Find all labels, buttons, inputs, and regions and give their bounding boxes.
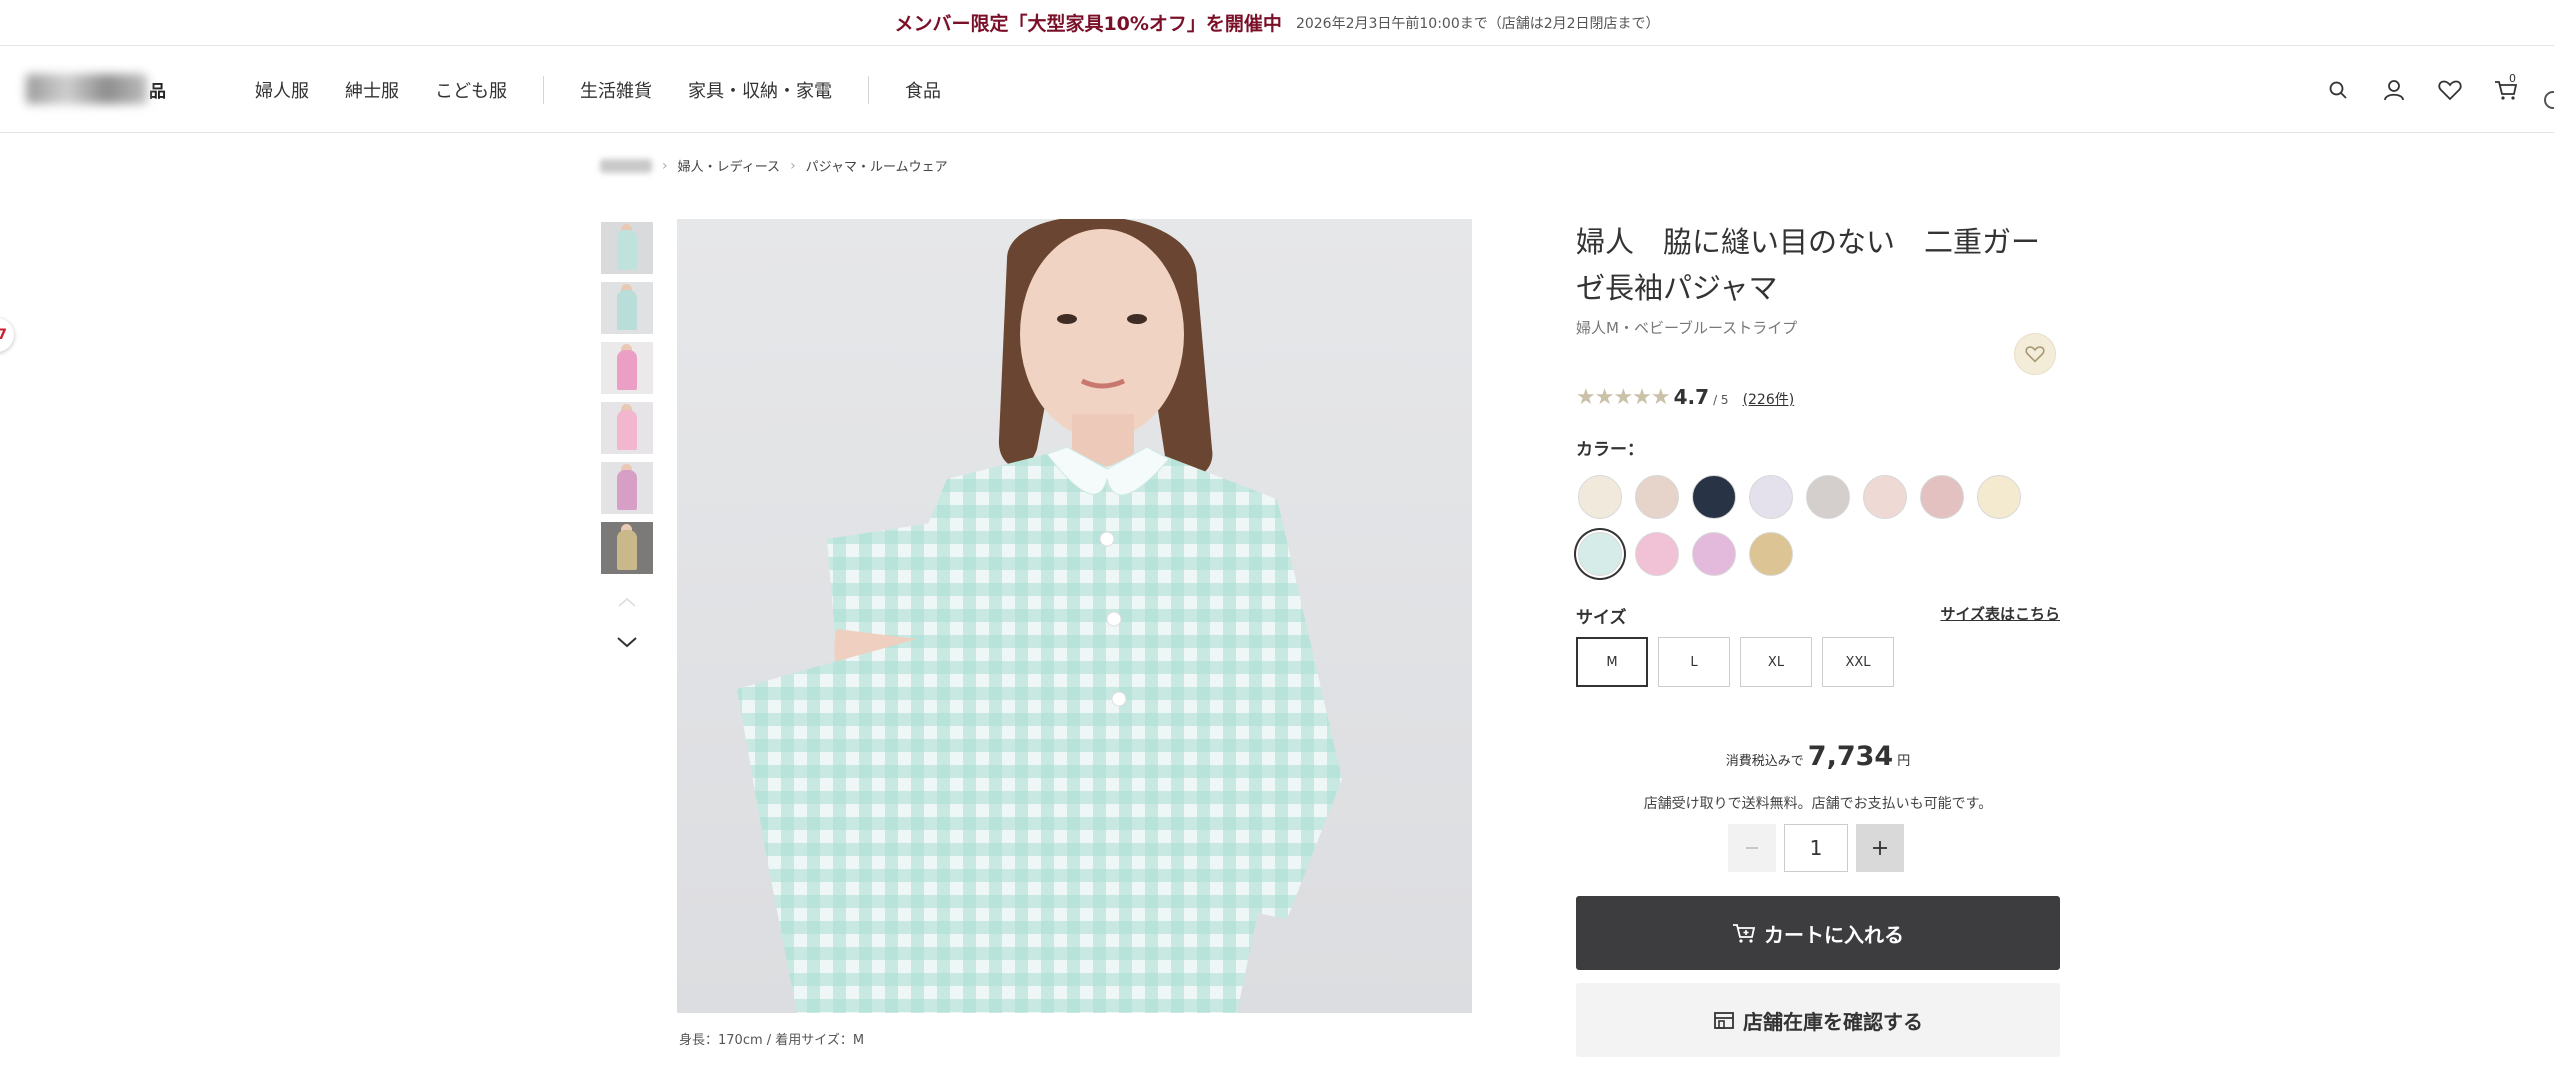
product-info: 婦人 脇に縫い目のない 二重ガーゼ長袖パジャマ 婦人M・ベビーブルーストライプ …: [1576, 219, 2060, 1057]
nav-item-kids[interactable]: こども服: [435, 77, 507, 103]
nav-item-womens[interactable]: 婦人服: [255, 77, 309, 103]
account-icon: [2384, 80, 2404, 101]
thumbnail[interactable]: [601, 222, 653, 274]
logo-blurred-mark: [26, 74, 147, 104]
nav-item-mens[interactable]: 紳士服: [345, 77, 399, 103]
color-swatch-mustard-check[interactable]: [1749, 532, 1793, 576]
check-store-stock-label: 店舗在庫を確認する: [1743, 1009, 1923, 1034]
size-option-xxl[interactable]: XXL: [1822, 637, 1894, 687]
main-nav: 婦人服 紳士服 こども服 生活雑貨 家具・収納・家電 食品: [255, 47, 977, 133]
chevron-right-icon: ›: [790, 157, 796, 174]
color-swatch-baby-blue-stripe[interactable]: [1578, 532, 1622, 576]
price-unit: 円: [1897, 754, 1911, 769]
thumbnail-scroll-up-button[interactable]: [601, 582, 653, 622]
nav-item-food[interactable]: 食品: [905, 77, 941, 103]
breadcrumb-item-pajamas[interactable]: パジャマ・ルームウェア: [806, 156, 948, 175]
rating-stars: ★★★★★: [1576, 385, 1671, 410]
search-button[interactable]: [2310, 62, 2366, 118]
breadcrumb-item-womens[interactable]: 婦人・レディース: [678, 156, 780, 175]
thumbnail[interactable]: [601, 342, 653, 394]
add-to-cart-button[interactable]: カートに入れる: [1576, 896, 2060, 970]
minus-icon: [1746, 847, 1758, 849]
color-label: カラー：: [1576, 440, 1644, 460]
nav-divider: [868, 76, 869, 104]
nav-item-furniture[interactable]: 家具・収納・家電: [688, 77, 832, 103]
color-swatch-dusty-pink[interactable]: [1920, 475, 1964, 519]
header-actions: 0: [2310, 47, 2554, 133]
cart-plus-icon: [1733, 924, 1756, 943]
check-store-stock-button[interactable]: 店舗在庫を確認する: [1576, 983, 2060, 1057]
chevron-up-icon: [618, 597, 636, 607]
color-swatch-beige[interactable]: [1635, 475, 1679, 519]
account-button[interactable]: [2366, 62, 2422, 118]
globe-icon: [2544, 91, 2554, 109]
add-favorite-button[interactable]: [2014, 333, 2056, 375]
chevron-right-icon: ›: [662, 157, 668, 174]
color-swatch-lavender[interactable]: [1749, 475, 1793, 519]
site-header: 品 婦人服 紳士服 こども服 生活雑貨 家具・収納・家電 食品 0: [0, 47, 2554, 133]
heart-icon: [2025, 346, 2045, 363]
review-count-link[interactable]: (226件): [1743, 389, 1795, 409]
color-swatch-yellow-stripe[interactable]: [1977, 475, 2021, 519]
cart-count-badge: 0: [2509, 72, 2516, 85]
color-swatch-navy[interactable]: [1692, 475, 1736, 519]
rating-summary: ★★★★★ 4.7 / 5 (226件): [1576, 385, 1794, 410]
size-option-l[interactable]: L: [1658, 637, 1730, 687]
color-swatch-pink-check[interactable]: [1635, 532, 1679, 576]
price: 消費税込みで 7,734 円: [1576, 741, 2060, 772]
add-to-cart-label: カートに入れる: [1764, 922, 1904, 947]
quantity-increase-button[interactable]: [1856, 824, 1904, 872]
side-tab-badge[interactable]: 7: [0, 318, 14, 352]
favorites-button[interactable]: [2422, 62, 2478, 118]
main-product-image[interactable]: [677, 219, 1472, 1013]
promo-headline[interactable]: メンバー限定「大型家具10%オフ」を開催中: [894, 9, 1281, 36]
size-option-m[interactable]: M: [1576, 637, 1648, 687]
image-caption: 身長：170cm / 着用サイズ：M: [679, 1033, 865, 1048]
search-icon: [2329, 81, 2347, 99]
shipping-note: 店舗受け取りで送料無料。店舗でお支払いも可能です。: [1643, 796, 1993, 812]
rating-value: 4.7: [1673, 385, 1710, 409]
thumbnail[interactable]: [601, 282, 653, 334]
size-option-xl[interactable]: XL: [1740, 637, 1812, 687]
thumbnail[interactable]: [601, 402, 653, 454]
thumbnail-list: [601, 222, 653, 662]
quantity-stepper: 1: [1728, 824, 1904, 872]
promo-banner[interactable]: メンバー限定「大型家具10%オフ」を開催中 2026年2月3日午前10:00まで…: [0, 0, 2554, 46]
price-value: 7,734: [1807, 741, 1894, 772]
color-swatch-purple-check[interactable]: [1692, 532, 1736, 576]
plus-icon: [1873, 841, 1887, 855]
side-tab-badge-label: 7: [0, 327, 7, 343]
nav-divider: [543, 76, 544, 104]
product-title: 婦人 脇に縫い目のない 二重ガーゼ長袖パジャマ: [1576, 225, 2041, 305]
color-swatch-gray-stripe[interactable]: [1806, 475, 1850, 519]
breadcrumb-home-link[interactable]: [600, 158, 652, 173]
product-variant: 婦人M・ベビーブルーストライプ: [1576, 319, 1798, 337]
promo-period: 2026年2月3日午前10:00まで（店舗は2月2日閉店まで）: [1295, 15, 1660, 32]
thumbnail[interactable]: [601, 522, 653, 574]
quantity-decrease-button[interactable]: [1728, 824, 1776, 872]
color-swatch-pink-stripe[interactable]: [1863, 475, 1907, 519]
heart-icon: [2438, 80, 2462, 101]
site-logo[interactable]: 品: [26, 73, 166, 105]
product-photo: [737, 219, 1342, 1013]
quantity-input[interactable]: 1: [1784, 824, 1848, 872]
breadcrumb: › 婦人・レディース › パジャマ・ルームウェア: [600, 156, 948, 175]
nav-item-household[interactable]: 生活雑貨: [580, 77, 652, 103]
header-more-button[interactable]: [2534, 62, 2554, 118]
thumbnail[interactable]: [601, 462, 653, 514]
size-label: サイズ: [1576, 608, 1627, 628]
thumbnail-scroll-down-button[interactable]: [601, 622, 653, 662]
chevron-down-icon: [617, 637, 637, 648]
price-prefix: 消費税込みで: [1725, 754, 1804, 769]
cart-button[interactable]: 0: [2478, 62, 2534, 118]
logo-suffix: 品: [149, 81, 166, 102]
color-swatch-ivory[interactable]: [1578, 475, 1622, 519]
rating-max: / 5: [1713, 393, 1729, 407]
size-options: M L XL XXL: [1576, 637, 1894, 687]
size-chart-link[interactable]: サイズ表はこちら: [1940, 603, 2060, 624]
store-icon: [1714, 1012, 1734, 1029]
